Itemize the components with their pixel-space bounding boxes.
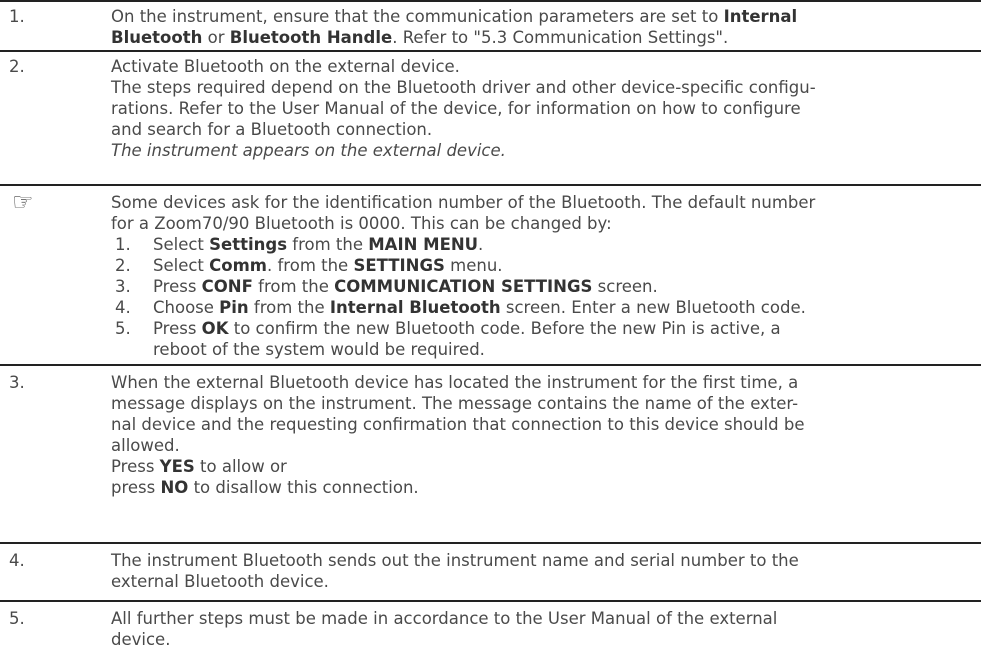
table-rule: [0, 50, 981, 52]
text-line: allowed.: [111, 436, 180, 455]
text-line: press NO to disallow this connection.: [111, 478, 419, 497]
text-line: The instrument appears on the external d…: [111, 140, 975, 161]
bold-term: Settings: [209, 235, 288, 254]
procedure-table: 1. On the instrument, ensure that the co…: [0, 0, 981, 665]
step-row: 4. The instrument Bluetooth sends out th…: [0, 550, 981, 592]
substep: reboot of the system would be required.: [115, 339, 975, 360]
substep-text: Press CONF from the COMMUNICATION SETTIN…: [153, 277, 658, 296]
text-line: for a Zoom70/90 Bluetooth is 0000. This …: [111, 214, 612, 233]
substep: 4. Choose Pin from the Internal Bluetooth…: [115, 297, 975, 318]
pointing-hand-icon: ☞: [12, 188, 34, 216]
text-line: Press YES to allow or: [111, 457, 287, 476]
bold-term: OK: [201, 319, 229, 338]
table-rule: [0, 364, 981, 366]
substep-number: 5.: [115, 319, 131, 338]
step-row: 2. Activate Bluetooth on the external de…: [0, 56, 981, 161]
step-text: All further steps must be made in accord…: [111, 608, 981, 650]
bold-term: Internal Bluetooth: [329, 298, 501, 317]
substep: 3. Press CONF from the COMMUNICATION SETT…: [115, 276, 975, 297]
step-number: 1.: [9, 7, 25, 26]
text-line: nal device and the requesting confirmati…: [111, 415, 805, 434]
bold-term: MAIN MENU: [368, 235, 479, 254]
substep-number: 1.: [115, 235, 131, 254]
bold-term: COMMUNICATION SETTINGS: [334, 277, 593, 296]
italic-result: The instrument appears on the external d…: [111, 141, 506, 160]
substep-text: reboot of the system would be required.: [153, 340, 485, 359]
step-number: 5.: [9, 609, 25, 628]
substep-number: 4.: [115, 298, 131, 317]
step-row: 1. On the instrument, ensure that the co…: [0, 6, 981, 48]
bold-term: NO: [160, 478, 189, 497]
bold-term: SETTINGS: [353, 256, 445, 275]
step-number: 4.: [9, 551, 25, 570]
substep-text: Select Comm. from the SETTINGS menu.: [153, 256, 503, 275]
text-line: All further steps must be made in accord…: [111, 609, 778, 628]
substep-text: Select Settings from the MAIN MENU.: [153, 235, 484, 254]
text-line: The steps required depend on the Bluetoo…: [111, 78, 816, 97]
substep-number: 3.: [115, 277, 131, 296]
note-row: ☞ Some devices ask for the identificatio…: [0, 188, 981, 360]
bold-term: YES: [159, 457, 195, 476]
text-line: The instrument Bluetooth sends out the i…: [111, 551, 799, 570]
text-line: external Bluetooth device.: [111, 572, 329, 591]
table-rule: [0, 600, 981, 602]
text-line: device.: [111, 630, 171, 649]
text-line: When the external Bluetooth device has l…: [111, 373, 799, 392]
step-number: 3.: [9, 373, 25, 392]
step-row: 3. When the external Bluetooth device ha…: [0, 372, 981, 498]
step-text: On the instrument, ensure that the commu…: [111, 6, 981, 48]
text-line: On the instrument, ensure that the commu…: [111, 7, 798, 26]
text-line: rations. Refer to the User Manual of the…: [111, 99, 801, 118]
bold-term: Bluetooth Handle: [229, 28, 393, 47]
text-line: message displays on the instrument. The …: [111, 394, 799, 413]
text-line: and search for a Bluetooth connection.: [111, 120, 433, 139]
substep-number: [115, 339, 153, 360]
substep: 5. Press OK to confirm the new Bluetooth …: [115, 318, 975, 339]
step-text: The instrument Bluetooth sends out the i…: [111, 550, 981, 592]
text-line: Activate Bluetooth on the external devic…: [111, 57, 460, 76]
step-text: When the external Bluetooth device has l…: [111, 372, 981, 498]
step-text: Activate Bluetooth on the external devic…: [111, 56, 981, 161]
substep-text: Choose Pin from the Internal Bluetooth s…: [153, 298, 806, 317]
note-text: Some devices ask for the identification …: [111, 192, 981, 360]
table-rule: [0, 0, 981, 2]
bold-term: CONF: [201, 277, 253, 296]
substep-number: 2.: [115, 256, 131, 275]
substep: 2. Select Comm. from the SETTINGS menu.: [115, 255, 975, 276]
step-number: 2.: [9, 57, 25, 76]
step-row: 5. All further steps must be made in acc…: [0, 608, 981, 650]
table-rule: [0, 184, 981, 186]
text-line: Some devices ask for the identification …: [111, 193, 816, 212]
bold-term: Bluetooth: [111, 28, 203, 47]
bold-term: Pin: [219, 298, 249, 317]
text-line: Bluetooth or Bluetooth Handle. Refer to …: [111, 28, 729, 47]
substep-text: Press OK to confirm the new Bluetooth co…: [153, 319, 781, 338]
bold-term: Comm: [209, 256, 267, 275]
substep-list: 1. Select Settings from the MAIN MENU. 2. S…: [111, 234, 975, 360]
substep: 1. Select Settings from the MAIN MENU.: [115, 234, 975, 255]
bold-term: Internal: [723, 7, 798, 26]
table-rule: [0, 542, 981, 544]
